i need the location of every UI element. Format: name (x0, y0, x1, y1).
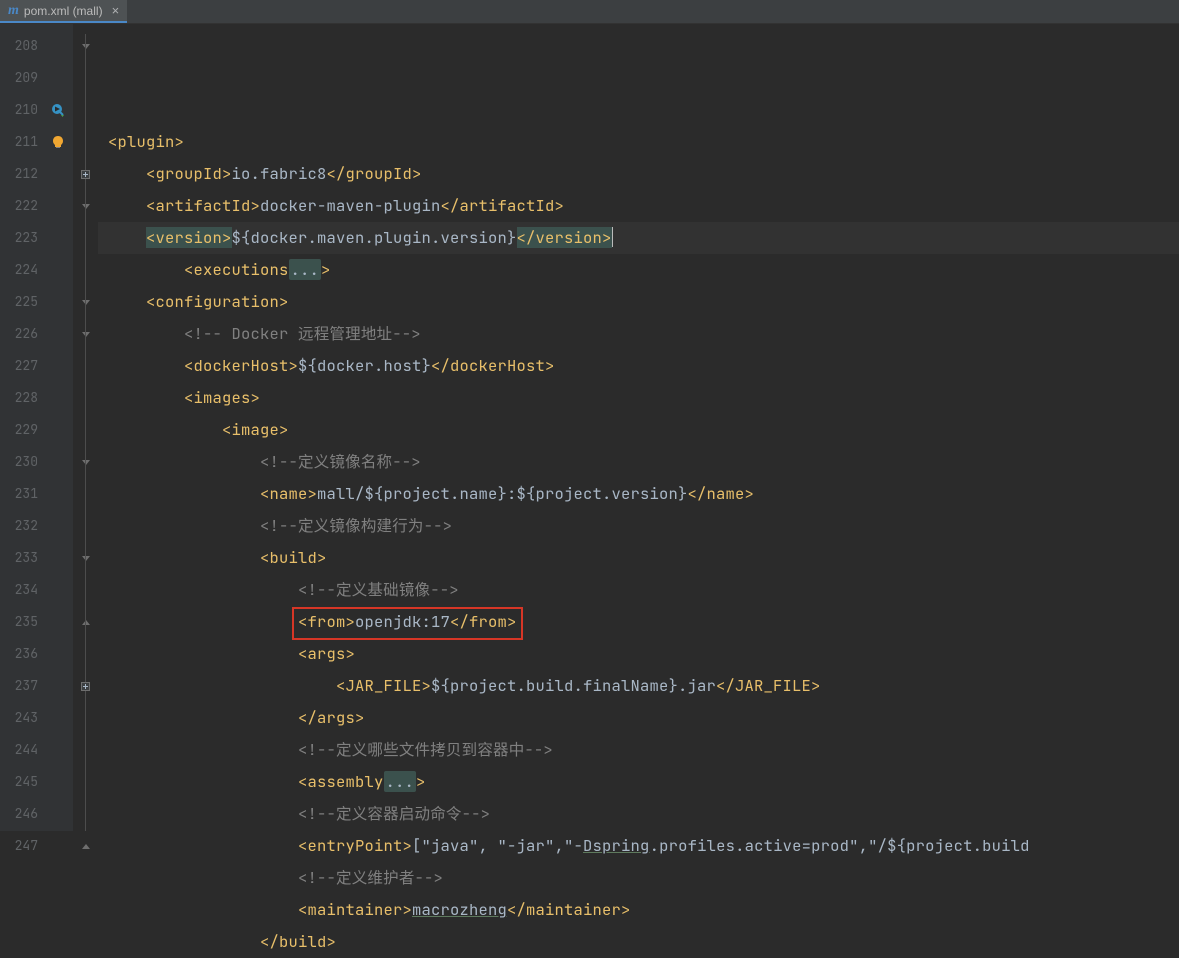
gutter-spacer (44, 158, 72, 190)
gutter-spacer (44, 830, 72, 862)
line-number: 223 (0, 222, 44, 254)
gutter-spacer (44, 286, 72, 318)
code-line[interactable]: <!--定义镜像名称--> (98, 446, 1179, 478)
gutter-spacer (44, 766, 72, 798)
line-number: 233 (0, 542, 44, 574)
gutter-spacer (44, 318, 72, 350)
gutter-spacer (44, 446, 72, 478)
code-line[interactable]: <maintainer>macrozheng</maintainer> (98, 894, 1179, 926)
gutter-spacer (44, 222, 72, 254)
line-number: 237 (0, 670, 44, 702)
line-number: 210 (0, 94, 44, 126)
code-line[interactable]: </build> (98, 926, 1179, 958)
code-line[interactable]: <!--定义维护者--> (98, 862, 1179, 894)
code-line[interactable]: <image> (98, 414, 1179, 446)
code-line[interactable]: <from>openjdk:17</from> (98, 606, 1179, 638)
fold-column (72, 24, 98, 831)
code-line[interactable]: </args> (98, 702, 1179, 734)
line-number: 226 (0, 318, 44, 350)
gutter-spacer (44, 542, 72, 574)
gutter-spacer (44, 30, 72, 62)
gutter-spacer (44, 638, 72, 670)
line-number: 209 (0, 62, 44, 94)
intention-bulb-icon[interactable] (44, 126, 72, 158)
gutter-spacer (44, 574, 72, 606)
close-icon[interactable]: × (112, 4, 120, 17)
line-number: 208 (0, 30, 44, 62)
code-line[interactable]: <artifactId>docker-maven-plugin</artifac… (98, 190, 1179, 222)
tab-bar: m pom.xml (mall) × (0, 0, 1179, 24)
line-number: 227 (0, 350, 44, 382)
code-line[interactable]: <configuration> (98, 286, 1179, 318)
code-line[interactable]: <!-- Docker 远程管理地址--> (98, 318, 1179, 350)
tab-title: pom.xml (mall) (24, 4, 103, 18)
gutter-spacer (44, 190, 72, 222)
gutter-spacer (44, 734, 72, 766)
code-area[interactable]: <plugin> <groupId>io.fabric8</groupId> <… (98, 24, 1179, 831)
code-line[interactable]: <!--定义基础镜像--> (98, 574, 1179, 606)
fold-toggle-icon[interactable] (73, 830, 98, 862)
line-number: 246 (0, 798, 44, 830)
line-number: 225 (0, 286, 44, 318)
line-number: 236 (0, 638, 44, 670)
line-number: 231 (0, 478, 44, 510)
gutter-spacer (44, 62, 72, 94)
editor-tab[interactable]: m pom.xml (mall) × (0, 0, 127, 23)
code-line[interactable]: <version>${docker.maven.plugin.version}<… (98, 222, 1179, 254)
code-line[interactable]: <!--定义容器启动命令--> (98, 798, 1179, 830)
line-number: 230 (0, 446, 44, 478)
gutter-spacer (44, 254, 72, 286)
line-number: 234 (0, 574, 44, 606)
line-number: 222 (0, 190, 44, 222)
code-line[interactable]: <args> (98, 638, 1179, 670)
code-line[interactable]: <entryPoint>["java", "-jar","-Dspring.pr… (98, 830, 1179, 862)
code-line[interactable]: <groupId>io.fabric8</groupId> (98, 158, 1179, 190)
code-line[interactable]: <!--定义哪些文件拷贝到容器中--> (98, 734, 1179, 766)
line-number: 244 (0, 734, 44, 766)
line-number: 212 (0, 158, 44, 190)
gutter-spacer (44, 350, 72, 382)
gutter-spacer (44, 510, 72, 542)
line-number-gutter: 2082092102112122222232242252262272282292… (0, 24, 44, 831)
line-number: 235 (0, 606, 44, 638)
text-caret (612, 227, 613, 247)
code-line[interactable]: <!--定义镜像构建行为--> (98, 510, 1179, 542)
code-line[interactable]: <JAR_FILE>${project.build.finalName}.jar… (98, 670, 1179, 702)
code-line[interactable]: <executions...> (98, 254, 1179, 286)
code-line[interactable]: <dockerHost>${docker.host}</dockerHost> (98, 350, 1179, 382)
maven-icon: m (8, 3, 19, 19)
line-number: 211 (0, 126, 44, 158)
gutter-spacer (44, 478, 72, 510)
line-number: 243 (0, 702, 44, 734)
gutter-spacer (44, 798, 72, 830)
code-line[interactable]: <name>mall/${project.name}:${project.ver… (98, 478, 1179, 510)
line-number: 245 (0, 766, 44, 798)
editor: 2082092102112122222232242252262272282292… (0, 24, 1179, 831)
code-line[interactable]: <build> (98, 542, 1179, 574)
line-number: 247 (0, 830, 44, 862)
line-number: 232 (0, 510, 44, 542)
line-number: 224 (0, 254, 44, 286)
gutter-annotations (44, 24, 72, 831)
gutter-spacer (44, 414, 72, 446)
line-number: 229 (0, 414, 44, 446)
code-line[interactable]: <assembly...> (98, 766, 1179, 798)
gutter-spacer (44, 382, 72, 414)
code-line[interactable]: <plugin> (98, 126, 1179, 158)
gutter-spacer (44, 606, 72, 638)
run-gutter-icon[interactable] (44, 94, 72, 126)
gutter-spacer (44, 670, 72, 702)
line-number: 228 (0, 382, 44, 414)
code-line[interactable]: <images> (98, 382, 1179, 414)
gutter-spacer (44, 702, 72, 734)
